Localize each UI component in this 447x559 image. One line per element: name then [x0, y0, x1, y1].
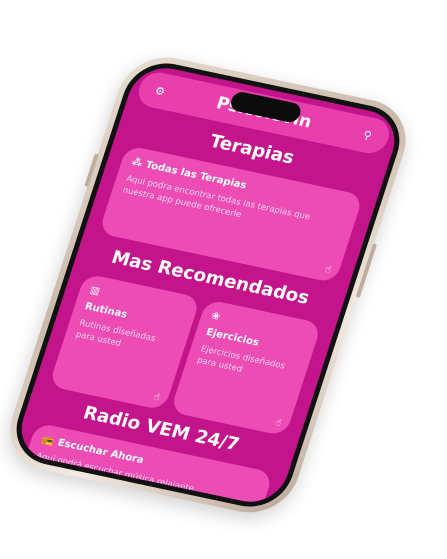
map-icon: ▥ — [88, 284, 102, 298]
lotus-icon: ❀ — [209, 310, 222, 323]
radio-icon: 📻 — [40, 434, 56, 448]
routines-label: Rutinas — [83, 301, 129, 321]
phone-mockup: ⚙ Psicolovin ⚲ Terapias ⁂ Todas las Tera… — [0, 49, 418, 521]
gear-icon[interactable]: ⚙ — [151, 83, 169, 99]
tap-hand-icon: ☝ — [323, 264, 333, 276]
search-icon[interactable]: ⚲ — [359, 127, 377, 143]
network-icon: ⁂ — [130, 156, 144, 170]
app-screen: ⚙ Psicolovin ⚲ Terapias ⁂ Todas las Tera… — [12, 61, 404, 509]
tap-hand-icon: ☝ — [152, 391, 162, 404]
tap-hand-icon: ☝ — [273, 417, 283, 429]
